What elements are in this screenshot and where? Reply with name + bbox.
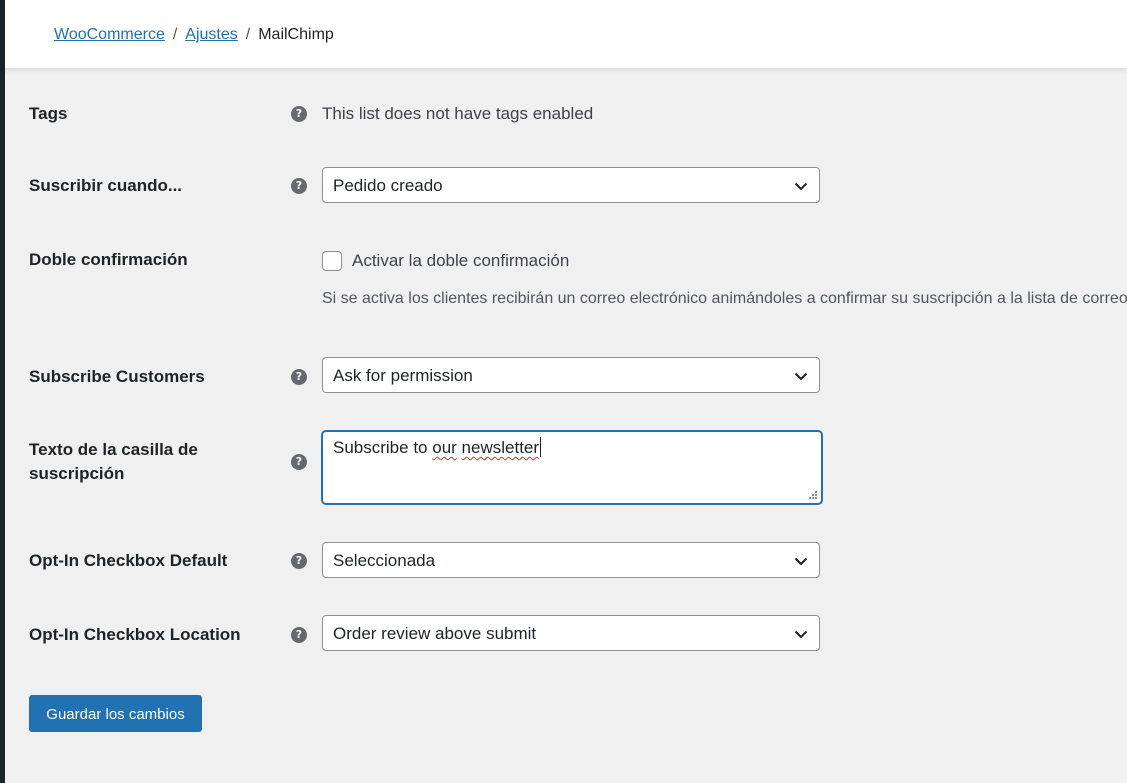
tags-label: Tags: [29, 104, 68, 123]
spellcheck-word: newsletter: [461, 438, 540, 457]
help-icon[interactable]: ?: [291, 106, 307, 122]
admin-sidebar-edge: [0, 0, 5, 783]
optin-default-label: Opt-In Checkbox Default: [29, 551, 228, 570]
text-cursor: [540, 437, 542, 457]
help-icon[interactable]: ?: [291, 369, 307, 385]
optin-location-select[interactable]: Order review above submit: [322, 615, 820, 651]
chevron-down-icon: [794, 630, 808, 639]
subscribe-when-value: Pedido creado: [333, 176, 443, 195]
help-icon[interactable]: ?: [291, 553, 307, 569]
breadcrumb-link-ajustes[interactable]: Ajustes: [185, 26, 237, 43]
checkbox-text-label-line2: suscripción: [29, 464, 125, 483]
breadcrumb-separator: /: [172, 26, 178, 43]
spellcheck-word: our: [432, 438, 457, 457]
checkbox-text-label: Texto de la casilla de suscripción: [29, 438, 198, 486]
optin-location-value: Order review above submit: [333, 624, 537, 643]
subscribe-customers-value: Ask for permission: [333, 366, 473, 385]
subscribe-when-label: Suscribir cuando...: [29, 176, 183, 195]
help-icon[interactable]: ?: [291, 178, 307, 194]
breadcrumb: WooCommerce / Ajustes / MailChimp: [54, 24, 334, 46]
subscribe-when-select[interactable]: Pedido creado: [322, 167, 820, 203]
optin-default-value: Seleccionada: [333, 551, 436, 570]
checkbox-text-label-line1: Texto de la casilla de: [29, 440, 198, 459]
save-changes-button[interactable]: Guardar los cambios: [29, 695, 202, 732]
help-icon[interactable]: ?: [291, 627, 307, 643]
double-optin-description: Si se activa los clientes recibirán un c…: [322, 290, 1127, 307]
subscribe-customers-select[interactable]: Ask for permission: [322, 357, 820, 393]
breadcrumb-link-woocommerce[interactable]: WooCommerce: [54, 26, 165, 43]
tags-value: This list does not have tags enabled: [322, 104, 594, 123]
chevron-down-icon: [794, 372, 808, 381]
resize-grip-icon[interactable]: [808, 490, 818, 500]
checkbox-text-value: Subscribe to our newsletter: [333, 436, 542, 460]
double-optin-checkbox-label[interactable]: Activar la doble confirmación: [352, 249, 569, 273]
double-optin-label: Doble confirmación: [29, 250, 188, 269]
checkbox-text-part: Subscribe to: [333, 438, 433, 457]
breadcrumb-current: MailChimp: [258, 26, 334, 43]
help-icon[interactable]: ?: [291, 454, 307, 470]
chevron-down-icon: [794, 557, 808, 566]
checkbox-text-textarea[interactable]: Subscribe to our newsletter: [322, 431, 822, 504]
breadcrumb-separator: /: [245, 26, 251, 43]
optin-default-select[interactable]: Seleccionada: [322, 542, 820, 578]
optin-location-label: Opt-In Checkbox Location: [29, 625, 241, 644]
top-header: WooCommerce / Ajustes / MailChimp: [5, 0, 1127, 68]
chevron-down-icon: [794, 182, 808, 191]
subscribe-customers-label: Subscribe Customers: [29, 367, 205, 386]
double-optin-checkbox[interactable]: [322, 251, 342, 271]
